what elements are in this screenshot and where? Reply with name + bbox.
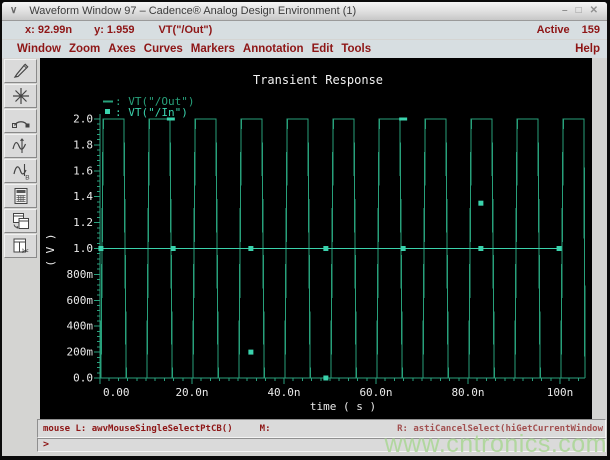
strip-tool-icon	[11, 111, 31, 131]
readout-bar: x: 92.99n y: 1.959 VT("/Out") Active 159	[2, 21, 607, 39]
svg-text:0.00: 0.00	[103, 386, 130, 399]
strip-tool-button[interactable]	[4, 109, 37, 133]
waveform-b-button[interactable]: B	[4, 159, 37, 183]
svg-text:100n: 100n	[547, 386, 574, 399]
svg-text:1.4: 1.4	[73, 190, 93, 203]
active-count: 159	[581, 24, 600, 36]
mouse-right-binding: R: astiCancelSelect(hiGetCurrentWindow	[397, 423, 603, 434]
svg-text:1.0: 1.0	[73, 242, 93, 255]
svg-text:0.0: 0.0	[73, 372, 93, 385]
toolbar: B ✂	[2, 58, 40, 419]
menu-item-zoom[interactable]: Zoom	[69, 43, 100, 55]
cli-prompt-row: >	[37, 438, 606, 452]
minimize-button[interactable]: –	[562, 6, 568, 16]
duplicate-window-button[interactable]	[4, 209, 37, 233]
transient-response-plot: Transient Response: VT("/Out"): VT("/In"…	[44, 73, 586, 413]
svg-text:400m: 400m	[67, 320, 94, 333]
window-title: Waveform Window 97 – Cadence® Analog Des…	[29, 5, 357, 17]
menu-item-axes[interactable]: Axes	[108, 43, 136, 55]
x-readout: x: 92.99n	[25, 24, 73, 36]
menu-item-markers[interactable]: Markers	[191, 43, 235, 55]
menu-item-help[interactable]: Help	[575, 43, 600, 55]
svg-text:60.0n: 60.0n	[359, 386, 392, 399]
svg-text:200m: 200m	[67, 346, 94, 359]
pen-button[interactable]	[4, 59, 37, 83]
waveform-window: ∨ Waveform Window 97 – Cadence® Analog D…	[2, 2, 607, 456]
marker-tool-button[interactable]	[4, 134, 37, 158]
mouse-bindings-bar: mouse L: awvMouseSingleSelectPtCB() M: R…	[37, 419, 606, 438]
window-menu-icon[interactable]: ∨	[10, 6, 17, 16]
mouse-left-binding: mouse L: awvMouseSingleSelectPtCB()	[43, 423, 233, 434]
waveform-b-icon: B	[11, 161, 31, 181]
cut-region-button[interactable]: ✂	[4, 234, 37, 258]
svg-text:40.0n: 40.0n	[267, 386, 300, 399]
y-readout: y: 1.959	[94, 24, 135, 36]
menubar: Window Zoom Axes Curves Markers Annotation Edi…	[2, 40, 607, 58]
menu-item-edit[interactable]: Edit	[312, 43, 334, 55]
calculator-button[interactable]	[4, 184, 37, 208]
calculator-icon	[11, 186, 31, 206]
svg-text:80.0n: 80.0n	[451, 386, 484, 399]
svg-text:800m: 800m	[67, 268, 94, 281]
window-controls: – □ ✕	[562, 6, 598, 16]
svg-text:2.0: 2.0	[73, 113, 93, 126]
menu-item-curves[interactable]: Curves	[144, 43, 183, 55]
maximize-button[interactable]: □	[576, 6, 582, 16]
screenshot-root: ∨ Waveform Window 97 – Cadence® Analog D…	[0, 0, 610, 460]
svg-text:1.8: 1.8	[73, 138, 93, 151]
cli-prompt: >	[43, 439, 50, 450]
titlebar: ∨ Waveform Window 97 – Cadence® Analog D…	[2, 2, 607, 21]
mouse-middle-binding: M:	[259, 423, 271, 434]
svg-text:time ( s ): time ( s )	[310, 400, 376, 413]
close-button[interactable]: ✕	[590, 6, 598, 16]
svg-text:( V ): ( V )	[44, 233, 57, 266]
zoom-burst-button[interactable]	[4, 84, 37, 108]
marker-tool-icon	[11, 136, 31, 156]
cut-region-icon: ✂	[11, 236, 31, 256]
duplicate-window-icon	[11, 211, 31, 231]
zoom-burst-icon	[11, 86, 31, 106]
menu-item-tools[interactable]: Tools	[341, 43, 371, 55]
svg-text:✂: ✂	[21, 247, 29, 256]
svg-text:Transient Response: Transient Response	[253, 73, 383, 87]
active-label: Active	[536, 24, 570, 36]
svg-text:B: B	[25, 175, 29, 182]
svg-text:600m: 600m	[67, 294, 94, 307]
svg-text:1.2: 1.2	[73, 216, 93, 229]
window-body: B ✂ Transient Response: VT("/Out"): VT("/…	[2, 58, 607, 419]
svg-text:20.0n: 20.0n	[175, 386, 208, 399]
svg-text:: VT("/In"): : VT("/In")	[115, 106, 188, 119]
pen-icon	[11, 61, 31, 81]
plot-canvas[interactable]: Transient Response: VT("/Out"): VT("/In"…	[40, 58, 592, 419]
menu-item-annotation[interactable]: Annotation	[243, 43, 304, 55]
svg-text:1.6: 1.6	[73, 164, 93, 177]
trace-readout: VT("/Out")	[158, 24, 213, 36]
menu-item-window[interactable]: Window	[17, 43, 61, 55]
